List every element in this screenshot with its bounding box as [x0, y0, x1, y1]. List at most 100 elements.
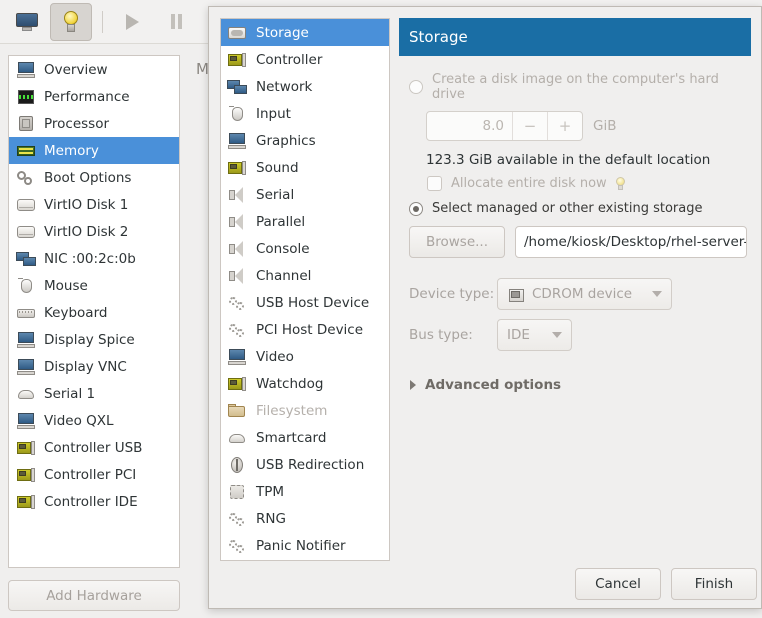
hardware-list-item[interactable]: Processor	[9, 110, 179, 137]
hardware-list-item[interactable]: Serial 1	[9, 380, 179, 407]
device-list-item-label: TPM	[256, 483, 285, 500]
console-view-button[interactable]	[6, 3, 48, 41]
hardware-list[interactable]: Overview Performance Processor Memory Boot O…	[8, 55, 180, 568]
device-list-item[interactable]: USB Host Device	[221, 289, 389, 316]
device-list-item-label: Network	[256, 78, 313, 95]
hardware-list-item[interactable]: Display VNC	[9, 353, 179, 380]
details-view-button[interactable]	[50, 2, 92, 41]
hardware-list-item[interactable]: Controller PCI	[9, 461, 179, 488]
browse-button[interactable]: Browse...	[409, 226, 505, 258]
performance-graph-icon	[16, 88, 36, 106]
hardware-list-item[interactable]: Controller IDE	[9, 488, 179, 515]
device-list-item-label: Input	[256, 105, 291, 122]
device-list-item[interactable]: Controller	[221, 46, 389, 73]
device-list-item[interactable]: Filesystem	[221, 397, 389, 424]
hardware-list-item-label: Controller IDE	[44, 493, 138, 510]
hardware-list-item[interactable]: VirtIO Disk 1	[9, 191, 179, 218]
allocate-disk-option[interactable]: Allocate entire disk now	[427, 176, 751, 191]
disk-size-increment[interactable]: +	[547, 112, 582, 140]
device-list-item[interactable]: Serial	[221, 181, 389, 208]
bus-type-label: Bus type:	[409, 327, 473, 343]
hardware-list-item[interactable]: VirtIO Disk 2	[9, 218, 179, 245]
cancel-button[interactable]: Cancel	[575, 568, 661, 600]
controller-card-icon	[16, 466, 36, 484]
serial-port-icon	[16, 385, 36, 403]
create-disk-option[interactable]: Create a disk image on the computer's ha…	[409, 72, 751, 102]
disk-size-spinner[interactable]: 8.0 − +	[426, 111, 583, 141]
chevron-down-icon	[652, 291, 662, 297]
storage-path-row: Browse... /home/kiosk/Desktop/rhel-serve…	[409, 226, 751, 258]
device-list-item[interactable]: Video	[221, 343, 389, 370]
device-list-item[interactable]: Watchdog	[221, 370, 389, 397]
device-list-item-label: Smartcard	[256, 429, 327, 446]
run-button[interactable]	[111, 3, 153, 41]
device-list-item-label: Graphics	[256, 132, 316, 149]
storage-path-field[interactable]: /home/kiosk/Desktop/rhel-server-	[515, 226, 747, 258]
device-list-item[interactable]: Input	[221, 100, 389, 127]
allocate-disk-checkbox[interactable]	[427, 176, 442, 191]
cpu-icon	[16, 115, 36, 133]
disk-icon	[16, 196, 36, 214]
hardware-list-item[interactable]: Boot Options	[9, 164, 179, 191]
advanced-options-expander[interactable]: Advanced options	[410, 377, 751, 393]
finish-button[interactable]: Finish	[671, 568, 757, 600]
device-list-item[interactable]: Channel	[221, 262, 389, 289]
device-list-item[interactable]: Parallel	[221, 208, 389, 235]
disk-size-unit: GiB	[593, 118, 617, 134]
device-type-combo[interactable]: CDROM device	[497, 278, 672, 310]
display-icon	[16, 331, 36, 349]
controller-card-icon	[227, 51, 247, 69]
hardware-list-item-label: VirtIO Disk 1	[44, 196, 129, 213]
advanced-options-label: Advanced options	[425, 377, 562, 393]
device-type-value: CDROM device	[532, 286, 633, 302]
bus-type-combo[interactable]: IDE	[497, 319, 572, 351]
device-list-item[interactable]: TPM	[221, 478, 389, 505]
hardware-list-item[interactable]: Keyboard	[9, 299, 179, 326]
hardware-list-item-label: Controller PCI	[44, 466, 137, 483]
disk-size-decrement[interactable]: −	[512, 112, 547, 140]
hardware-list-item-label: Serial 1	[44, 385, 96, 402]
device-list-item[interactable]: Console	[221, 235, 389, 262]
device-list-item[interactable]: USB Redirection	[221, 451, 389, 478]
mouse-icon	[227, 105, 247, 123]
device-list-item[interactable]: Graphics	[221, 127, 389, 154]
hardware-list-item[interactable]: Video QXL	[9, 407, 179, 434]
device-list-item-label: Controller	[256, 51, 323, 68]
device-type-list[interactable]: Storage Controller Network Input Graphics Sou…	[220, 18, 390, 561]
device-list-item[interactable]: Storage	[221, 19, 389, 46]
hardware-list-item[interactable]: Controller USB	[9, 434, 179, 461]
disk-size-value[interactable]: 8.0	[427, 112, 512, 140]
hardware-list-item[interactable]: Overview	[9, 56, 179, 83]
select-existing-label: Select managed or other existing storage	[432, 201, 703, 216]
device-list-item[interactable]: RNG	[221, 505, 389, 532]
device-list-item[interactable]: PCI Host Device	[221, 316, 389, 343]
hardware-list-item[interactable]: Performance	[9, 83, 179, 110]
add-hardware-button[interactable]: Add Hardware	[8, 580, 180, 611]
hardware-list-item[interactable]: NIC :00:2c:0b	[9, 245, 179, 272]
select-existing-radio[interactable]	[409, 201, 423, 216]
memory-module-icon	[16, 142, 36, 160]
device-list-item[interactable]: Panic Notifier	[221, 532, 389, 559]
cogs-icon	[227, 510, 247, 528]
device-list-item[interactable]: Network	[221, 73, 389, 100]
triangle-right-icon	[410, 380, 416, 390]
device-list-item-label: Channel	[256, 267, 312, 284]
serial-port-icon	[227, 429, 247, 447]
panel-title: Storage	[399, 18, 751, 56]
hardware-list-item-label: VirtIO Disk 2	[44, 223, 129, 240]
select-existing-option[interactable]: Select managed or other existing storage	[409, 201, 751, 216]
storage-icon	[227, 24, 247, 42]
device-list-item[interactable]: Sound	[221, 154, 389, 181]
controller-card-icon	[16, 439, 36, 457]
hardware-list-item[interactable]: Mouse	[9, 272, 179, 299]
hardware-list-item[interactable]: Memory	[9, 137, 179, 164]
hardware-list-item-label: Keyboard	[44, 304, 108, 321]
speaker-port-icon	[227, 240, 247, 258]
sound-card-icon	[227, 159, 247, 177]
hardware-list-item[interactable]: Display Spice	[9, 326, 179, 353]
device-list-item[interactable]: Smartcard	[221, 424, 389, 451]
create-disk-radio[interactable]	[409, 80, 423, 94]
pause-button[interactable]	[155, 3, 197, 41]
device-list-item-label: USB Redirection	[256, 456, 365, 473]
display-icon	[227, 348, 247, 366]
